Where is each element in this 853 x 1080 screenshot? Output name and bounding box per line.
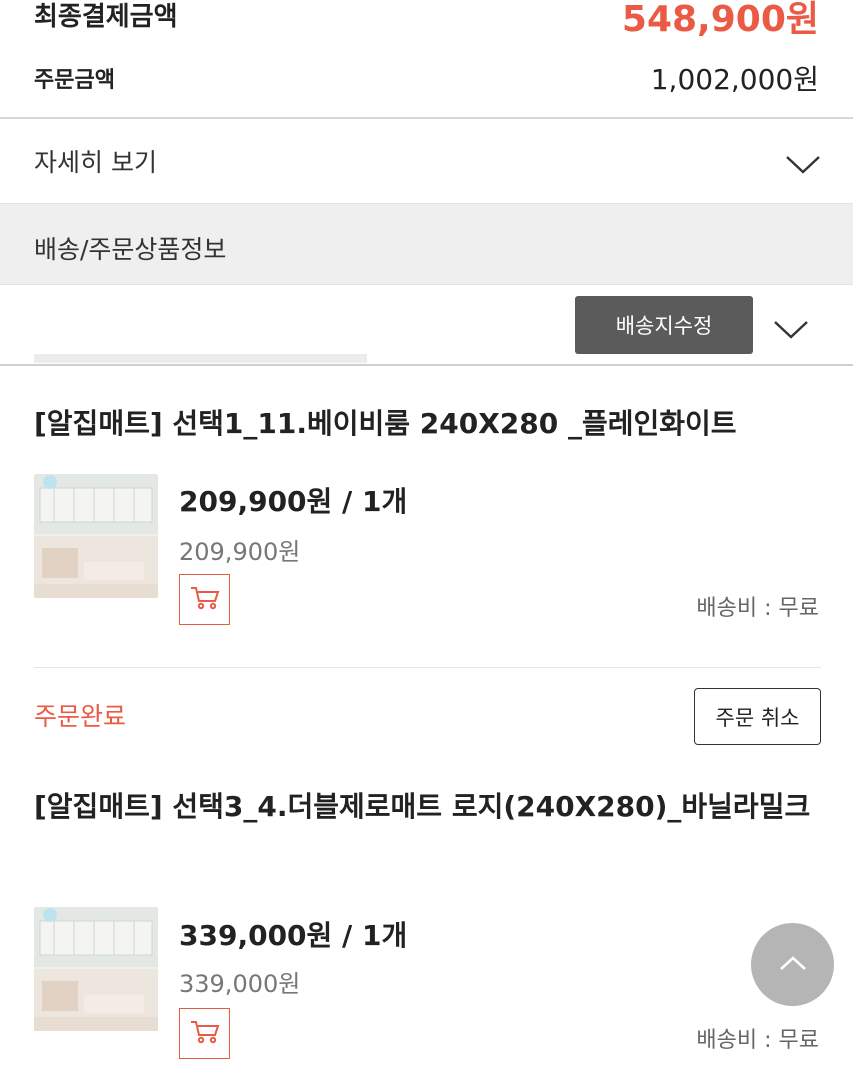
product-price: 209,900원 (179, 538, 301, 566)
divider (34, 667, 821, 668)
chevron-down-icon (785, 155, 821, 175)
shipping-fee: 배송비 : 무료 (696, 1028, 819, 1053)
order-amount-label: 주문금액 (34, 68, 115, 93)
scroll-to-top-button[interactable] (751, 923, 834, 1006)
edit-address-button[interactable]: 배송지수정 (575, 296, 753, 354)
product-title[interactable]: [알집매트] 선택3_4.더블제로매트 로지(240X280)_바닐라밀크 (34, 778, 824, 836)
address-expand-chevron-icon[interactable] (773, 320, 809, 340)
add-to-cart-button[interactable] (179, 1008, 230, 1059)
section-header: 배송/주문상품정보 (0, 203, 853, 285)
product-thumbnail[interactable] (34, 474, 158, 598)
address-redacted (34, 354, 367, 363)
shipping-fee: 배송비 : 무료 (696, 596, 819, 621)
cancel-order-button[interactable]: 주문 취소 (694, 688, 821, 745)
final-payment-amount: 548,900원 (621, 0, 819, 40)
product-thumbnail[interactable] (34, 907, 158, 1031)
product-price: 339,000원 (179, 970, 301, 998)
cart-icon (190, 1019, 220, 1049)
cart-icon (190, 585, 220, 615)
details-label: 자세히 보기 (34, 148, 157, 177)
order-amount-value: 1,002,000원 (650, 63, 819, 96)
product-price-quantity: 209,900원 / 1개 (179, 485, 408, 518)
order-status: 주문완료 (34, 702, 127, 731)
divider (0, 364, 853, 366)
section-title: 배송/주문상품정보 (34, 235, 227, 264)
product-title[interactable]: [알집매트] 선택1_11.베이비룸 240X280 _플레인화이트 (34, 395, 824, 453)
add-to-cart-button[interactable] (179, 574, 230, 625)
details-toggle[interactable]: 자세히 보기 (0, 119, 853, 203)
payment-summary: 최종결제금액 548,900원 주문금액 1,002,000원 (0, 0, 853, 118)
final-payment-label: 최종결제금액 (34, 2, 178, 32)
chevron-up-icon (779, 955, 807, 975)
product-price-quantity: 339,000원 / 1개 (179, 919, 408, 952)
